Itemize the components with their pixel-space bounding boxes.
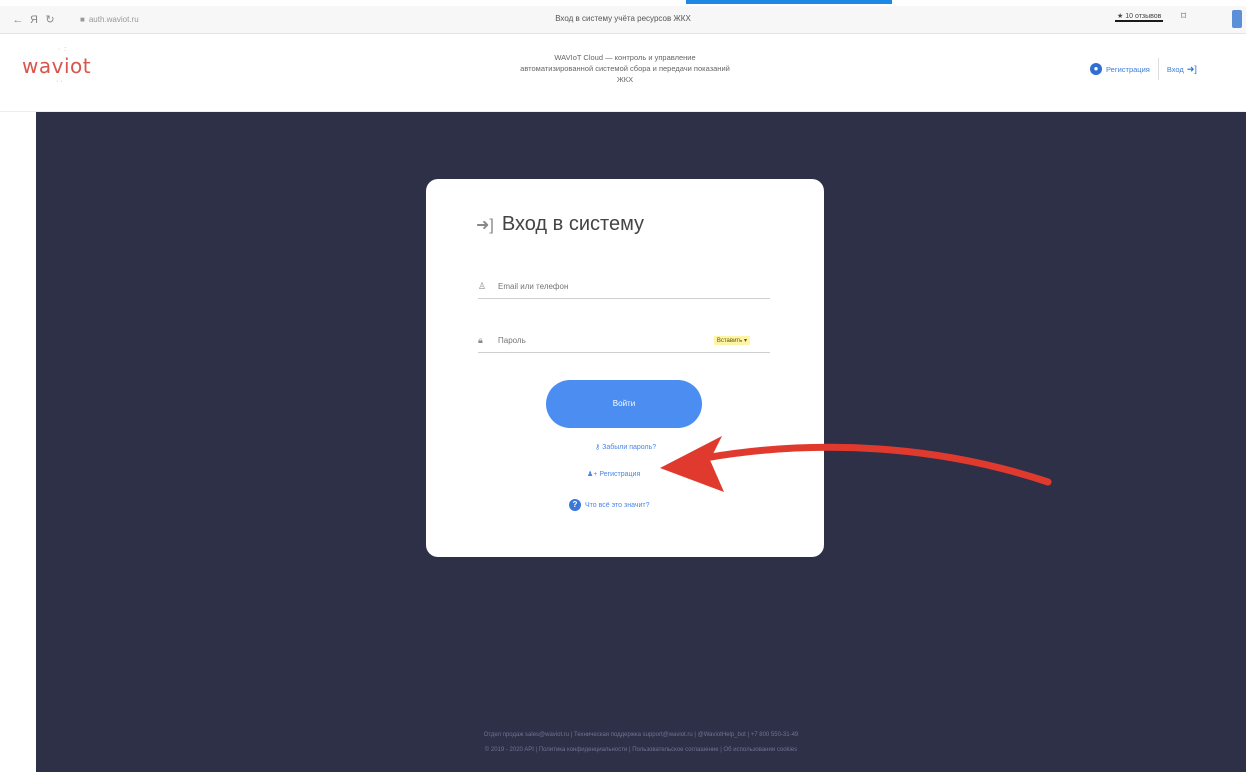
tab-title: Вход в систему учёта ресурсов ЖКХ <box>555 14 691 23</box>
login-card: ➜] Вход в систему ♙ 🔒︎ Вставить ▾ Войти … <box>426 179 824 557</box>
header-description-line3: ЖКХ <box>616 75 634 84</box>
user-circle-icon: ● <box>1090 63 1102 75</box>
paste-button[interactable]: Вставить ▾ <box>713 336 750 345</box>
user-icon: ♙ <box>478 281 487 291</box>
password-input[interactable] <box>498 336 698 345</box>
lock-icon: ■ <box>80 15 85 24</box>
lock-icon: 🔒︎ <box>478 335 483 345</box>
footer: Отдел продаж sales@waviot.ru | Техническ… <box>36 728 1246 758</box>
reload-icon[interactable]: ↻ <box>42 13 58 26</box>
url-text: auth.waviot.ru <box>88 15 139 24</box>
bookmark-icon[interactable]: ⌑ <box>1181 11 1186 22</box>
email-field[interactable]: ♙ <box>478 275 770 299</box>
top-highlight-bar <box>686 0 892 4</box>
register-link[interactable]: ♟+ Регистрация <box>587 470 640 478</box>
header-actions: ● Регистрация Вход ➜] <box>1090 58 1197 80</box>
browser-toolbar: ← Я ↻ ■ auth.waviot.ru Вход в систему уч… <box>0 6 1246 34</box>
email-input[interactable] <box>498 282 698 291</box>
sign-in-icon[interactable]: ➜] <box>1187 64 1197 75</box>
help-link[interactable]: ? Что всё это значит? <box>569 499 649 511</box>
login-title-text: Вход в систему <box>501 213 645 235</box>
forgot-password-link[interactable]: ⚷ Забыли пароль? <box>595 443 656 451</box>
reviews-button[interactable]: ★ 10 отзывов <box>1115 12 1164 22</box>
paste-label: Вставить <box>716 338 743 344</box>
back-icon[interactable]: ← <box>10 14 26 26</box>
question-circle-icon: ? <box>569 499 581 511</box>
logo[interactable]: waviot <box>22 54 91 78</box>
footer-contacts[interactable]: Отдел продаж sales@waviot.ru | Техническ… <box>36 728 1246 743</box>
register-label: Регистрация <box>599 471 641 478</box>
site-header: waviot · : · · WAVIoT Cloud — контроль и… <box>0 34 1246 112</box>
header-register-link[interactable]: Регистрация <box>1106 65 1150 74</box>
tab-title-wrap: Вход в систему учёта ресурсов ЖКХ <box>0 14 1246 23</box>
key-icon: ⚷ <box>595 444 601 451</box>
logo-dots-lower-icon: · · <box>56 78 63 85</box>
header-description-line2: автоматизированной системой сбора и пере… <box>520 64 730 73</box>
yandex-icon[interactable]: Я <box>26 14 42 26</box>
header-login-link[interactable]: Вход <box>1167 65 1184 74</box>
sign-in-icon: ➜] <box>476 216 494 234</box>
login-button[interactable]: Войти <box>546 380 702 428</box>
header-description: WAVIoT Cloud — контроль и управление авт… <box>420 52 830 85</box>
user-plus-icon: ♟+ <box>587 471 598 478</box>
header-divider <box>1157 58 1159 80</box>
forgot-password-label: Забыли пароль? <box>602 444 657 451</box>
extension-icon[interactable] <box>1232 10 1242 28</box>
logo-dots-icon: · : <box>58 46 68 53</box>
header-description-line1: WAVIoT Cloud — контроль и управление <box>554 53 696 62</box>
footer-legal[interactable]: © 2019 - 2020 API | Политика конфиденциа… <box>36 743 1246 758</box>
help-label: Что всё это значит? <box>585 501 650 509</box>
address-bar[interactable]: ■ auth.waviot.ru <box>80 15 139 24</box>
login-title: ➜] Вход в систему <box>476 213 644 236</box>
password-field[interactable]: 🔒︎ Вставить ▾ <box>478 329 770 353</box>
